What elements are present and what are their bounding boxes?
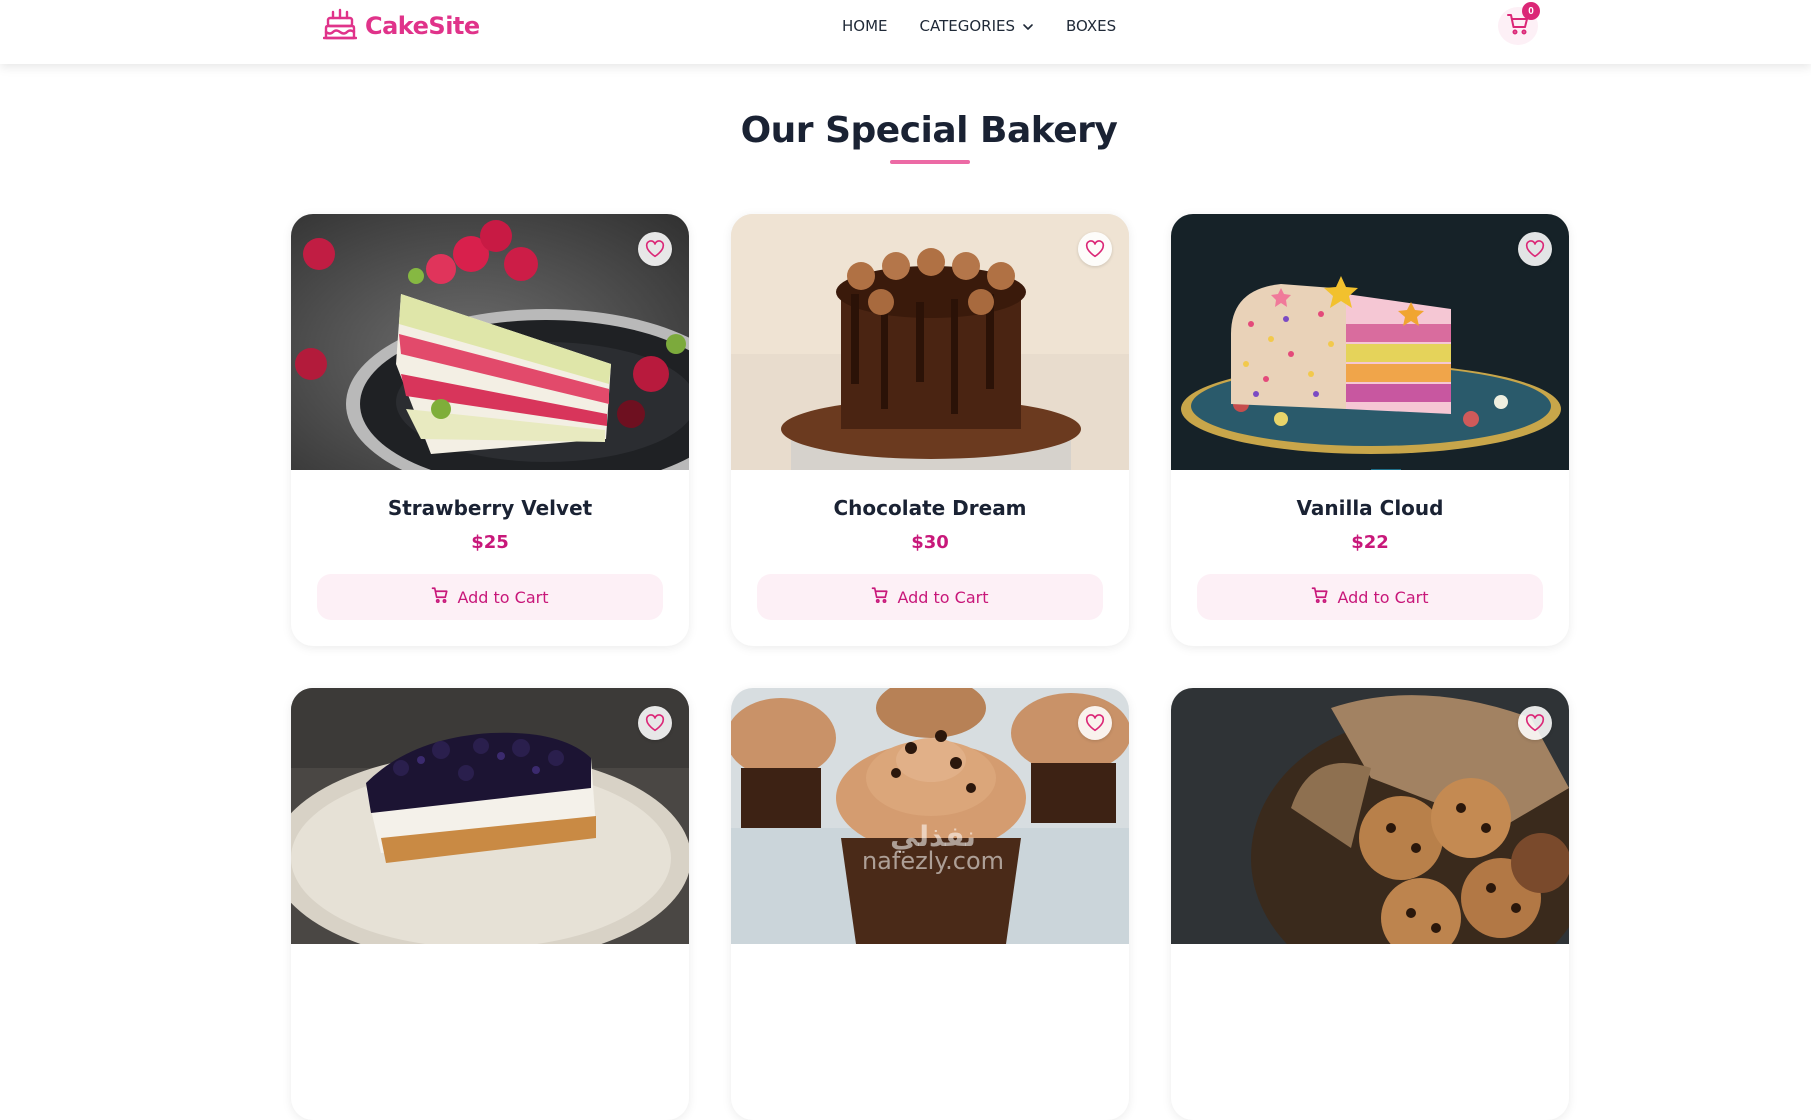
heart-icon [1525,714,1545,732]
product-card[interactable]: Vanilla Cloud $22 Add to Cart [1171,214,1569,646]
add-to-cart-label: Add to Cart [457,587,549,607]
cake-icon [322,8,358,45]
heart-icon [1525,240,1545,258]
chevron-down-icon [1022,17,1034,35]
product-card[interactable]: Chocolate Dream $30 Add to Cart [731,214,1129,646]
favorite-button[interactable] [1518,232,1552,266]
favorite-button[interactable] [1078,706,1112,740]
product-card[interactable] [291,688,689,1120]
product-image-strawberry-velvet[interactable] [291,214,689,470]
favorite-button[interactable] [638,706,672,740]
product-name: Strawberry Velvet [387,496,593,520]
product-price: $30 [911,532,949,553]
heart-icon [645,714,665,732]
main-nav: HOME CATEGORIES BOXES [842,14,1116,38]
cart-icon [871,586,889,608]
nav-home-label: HOME [842,17,888,35]
product-image-vanilla-cloud[interactable] [1171,214,1569,470]
product-image-chocolate-dream[interactable] [731,214,1129,470]
heart-icon [1085,714,1105,732]
product-image-cupcakes[interactable] [731,688,1129,944]
nav-boxes[interactable]: BOXES [1066,17,1116,35]
add-to-cart-button[interactable]: Add to Cart [317,574,663,620]
add-to-cart-label: Add to Cart [1337,587,1429,607]
product-price: $25 [471,532,509,553]
add-to-cart-label: Add to Cart [897,587,989,607]
cart-button[interactable]: 0 [1498,2,1540,45]
nav-categories-label: CATEGORIES [919,17,1016,35]
heart-icon [645,240,665,258]
product-name: Chocolate Dream [833,496,1027,520]
nav-categories-dropdown[interactable]: CATEGORIES [920,17,1035,35]
site-header: CakeSite HOME CATEGORIES BOXES 0 [0,0,1811,64]
add-to-cart-button[interactable]: Add to Cart [1197,574,1543,620]
nav-boxes-label: BOXES [1066,17,1117,35]
product-name: Vanilla Cloud [1296,496,1444,520]
favorite-button[interactable] [1518,706,1552,740]
product-image-cookies[interactable] [1171,688,1569,944]
cart-icon [1311,586,1329,608]
product-card[interactable]: Strawberry Velvet $25 Add to Cart [291,214,689,646]
favorite-button[interactable] [1078,232,1112,266]
product-price: $22 [1351,532,1389,553]
product-card[interactable] [731,688,1129,1120]
cart-count-badge: 0 [1522,2,1540,20]
logo[interactable]: CakeSite [322,8,480,45]
favorite-button[interactable] [638,232,672,266]
title-underline [890,160,970,164]
nav-home[interactable]: HOME [842,17,888,35]
heart-icon [1085,240,1105,258]
brand-name: CakeSite [365,12,480,40]
cart-icon [431,586,449,608]
product-image-blueberry-cheesecake[interactable] [291,688,689,944]
product-card[interactable] [1171,688,1569,1120]
product-grid: Strawberry Velvet $25 Add to Cart Chocol… [291,214,1569,1120]
add-to-cart-button[interactable]: Add to Cart [757,574,1103,620]
section-title: Our Special Bakery [740,110,1118,151]
